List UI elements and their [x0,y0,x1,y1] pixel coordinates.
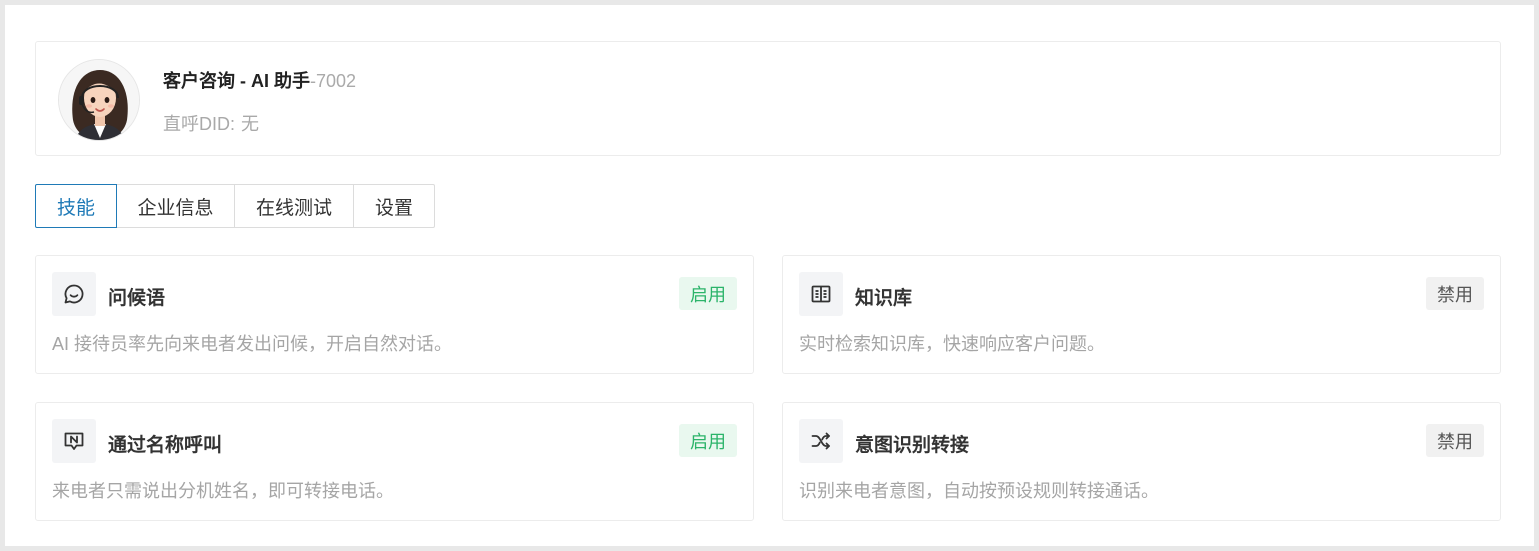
did-line: 直呼DID: 无 [163,110,259,136]
tab-settings[interactable]: 设置 [353,184,435,228]
tab-skills[interactable]: 技能 [35,184,117,228]
skill-description: AI 接待员率先向来电者发出问候，开启自然对话。 [52,334,453,354]
skill-title: 问候语 [108,288,166,309]
skill-title: 知识库 [855,288,913,309]
status-badge: 启用 [679,424,737,457]
name-call-icon [52,419,96,463]
did-value: 无 [241,114,259,134]
book-open-icon [799,272,843,316]
skill-title: 意图识别转接 [855,435,970,456]
page: 客户咨询 - AI 助手-7002 直呼DID: 无 技能 企业信息 在线测试 设… [5,5,1534,546]
shuffle-icon [799,419,843,463]
status-badge: 禁用 [1426,277,1484,310]
skill-description: 实时检索知识库，快速响应客户问题。 [799,334,1105,354]
skill-card-dial-by-name[interactable]: 通过名称呼叫 启用 来电者只需说出分机姓名，即可转接电话。 [35,402,754,521]
agent-header-card: 客户咨询 - AI 助手-7002 直呼DID: 无 [35,41,1501,156]
skill-card-greeting[interactable]: 问候语 启用 AI 接待员率先向来电者发出问候，开启自然对话。 [35,255,754,374]
agent-name-line: 客户咨询 - AI 助手-7002 [163,67,356,93]
tab-company-info[interactable]: 企业信息 [116,184,235,228]
status-badge: 禁用 [1426,424,1484,457]
agent-name: 客户咨询 - AI 助手 [163,71,310,91]
skill-card-intent-routing[interactable]: 意图识别转接 禁用 识别来电者意图，自动按预设规则转接通话。 [782,402,1501,521]
skill-title: 通过名称呼叫 [108,435,223,456]
skill-description: 来电者只需说出分机姓名，即可转接电话。 [52,481,394,501]
chat-smile-icon [52,272,96,316]
tab-bar: 技能 企业信息 在线测试 设置 [35,184,435,228]
tab-online-test[interactable]: 在线测试 [234,184,354,228]
agent-extension: -7002 [310,71,357,91]
skill-card-knowledge-base[interactable]: 知识库 禁用 实时检索知识库，快速响应客户问题。 [782,255,1501,374]
status-badge: 启用 [679,277,737,310]
skill-description: 识别来电者意图，自动按预设规则转接通话。 [799,481,1159,501]
avatar [58,59,140,141]
did-label: 直呼DID: [163,114,235,134]
